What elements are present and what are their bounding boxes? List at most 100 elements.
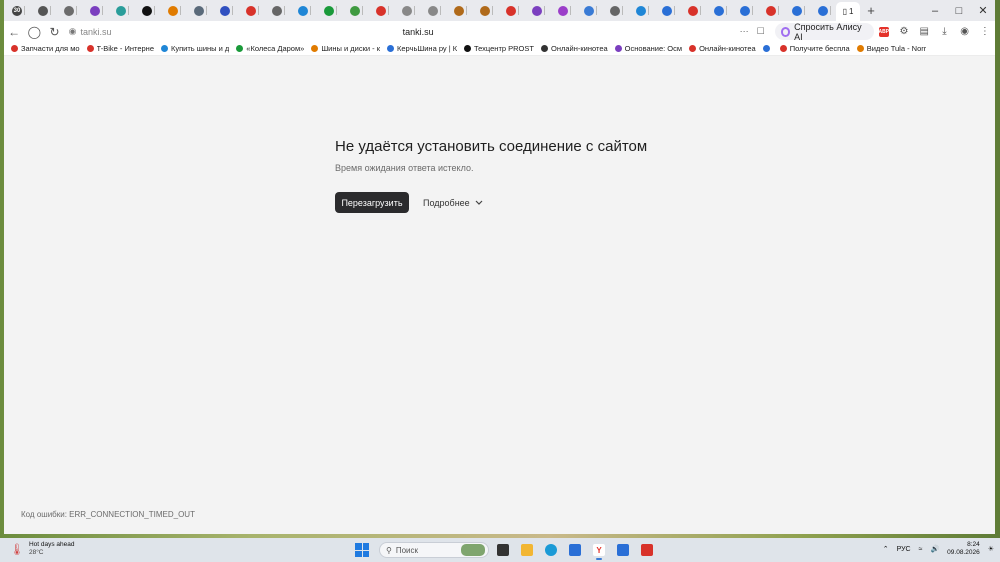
site-info-icon[interactable]: ◉ [69,26,77,37]
collections-icon[interactable]: ▤ [914,26,934,37]
bookmark-item[interactable]: Запчасти для мо [11,44,80,53]
bookmark-item[interactable]: Видео Tula - Norr [856,44,927,53]
tab-favicon-icon [428,5,438,16]
language-indicator[interactable]: РУС [897,546,911,553]
browser-tab[interactable]: 30 [4,0,30,21]
weather-widget[interactable]: 🌡 Hot days ahead 28°C [10,541,75,557]
address-host: tanki.su [80,26,112,37]
reload-icon[interactable]: ↻ [44,21,64,42]
volume-icon[interactable]: 🔊 [930,545,939,553]
browser-tab[interactable] [576,0,602,21]
browser-tab[interactable] [30,0,56,21]
tab-favicon-icon [506,5,516,16]
chevron-up-icon[interactable]: ⌃ [883,545,889,553]
tab-favicon-icon [116,5,126,16]
browser-tab[interactable] [420,0,446,21]
more-icon[interactable]: ⋯ [740,26,749,37]
search-placeholder: Поиск [395,545,419,555]
browser-tab[interactable] [628,0,654,21]
bookmark-label: Получите беспла [789,44,850,53]
browser-tab[interactable] [134,0,160,21]
back-icon[interactable]: ← [4,21,24,42]
shield-app-icon[interactable] [637,540,657,560]
minimize-icon[interactable]: – [923,0,947,21]
file-explorer-icon[interactable] [517,540,537,560]
browser-tab[interactable] [316,0,342,21]
browser-tab[interactable] [56,0,82,21]
downloads-icon[interactable]: ⤓ [934,26,954,37]
bookmark-item[interactable]: Онлайн-кинотеа [689,44,756,53]
browser-tab[interactable] [680,0,706,21]
tab-favicon-icon [90,5,100,16]
tab-favicon-icon [64,5,74,16]
browser-tab[interactable] [550,0,576,21]
browser-tab[interactable] [238,0,264,21]
browser-tab[interactable] [394,0,420,21]
bookmark-item[interactable]: T-Bike - Интерне [86,44,154,53]
bookmark-item[interactable]: Шины и диски - к [311,44,380,53]
browser-tab[interactable] [524,0,550,21]
reload-button[interactable]: Перезагрузить [335,192,409,213]
shield-icon[interactable]: ◯ [24,21,44,42]
bookmark-item[interactable]: КерчьШина ру | К [387,44,457,53]
bookmark-item[interactable]: «Колеса Даром» [236,44,304,53]
menu-icon[interactable]: ⋮ [975,26,995,37]
browser-tab[interactable] [160,0,186,21]
browser-tab[interactable] [108,0,134,21]
clock-time: 8:24 [967,541,980,548]
new-tab-icon[interactable]: + [860,3,882,18]
bookmark-item[interactable]: Онлайн-кинотеа [541,44,608,53]
browser-tab[interactable] [498,0,524,21]
details-button[interactable]: Подробнее [423,192,483,213]
yandex-browser-icon[interactable]: Y [589,540,609,560]
store-icon[interactable] [565,540,585,560]
browser-tab[interactable] [368,0,394,21]
browser-tab[interactable] [602,0,628,21]
extensions-icon[interactable]: ⚙ [894,26,914,37]
error-code-label: Код ошибки: [21,510,67,519]
bookmark-item[interactable] [762,45,773,52]
address-bar[interactable]: ◉ tanki.su tanki.su ⋯ ☐ [69,23,765,40]
browser-tab[interactable] [784,0,810,21]
bookmark-item[interactable]: Техцентр PROSTI [464,44,534,53]
bookmark-icon[interactable]: ☐ [757,26,765,37]
bookmark-item[interactable]: Купить шины и д [161,44,229,53]
bookmark-item[interactable]: Основание: Осм [614,44,683,53]
task-view-icon[interactable] [493,540,513,560]
wifi-icon[interactable]: ≈ [919,546,923,553]
bookmark-label: Онлайн-кинотеа [699,44,756,53]
browser-tab[interactable] [212,0,238,21]
browser-tab[interactable] [82,0,108,21]
bookmark-label: Основание: Осм [624,44,683,53]
notifications-icon[interactable]: ☀ [988,545,994,553]
browser-tab[interactable] [732,0,758,21]
bookmark-label: Видео Tula - Norr [866,44,927,53]
active-tab[interactable]: ▯ 1 [836,2,860,21]
start-button[interactable] [355,543,369,557]
ask-alice-button[interactable]: Спросить Алису AI [774,22,874,42]
adblock-icon[interactable]: ABP [874,26,894,37]
app-icon[interactable] [613,540,633,560]
browser-tab[interactable] [290,0,316,21]
browser-tab[interactable] [654,0,680,21]
browser-tab[interactable] [472,0,498,21]
close-icon[interactable]: ✕ [971,0,995,21]
tab-favicon-icon [792,5,802,16]
browser-tab[interactable] [758,0,784,21]
error-page: Не удаётся установить соединение с сайто… [4,56,995,534]
browser-window: 30 ▯ 1 + – □ ✕ ← ◯ ↻ ◉ tanki.su tanki.su ⋯ ☐ С… [4,0,995,534]
bookmark-favicon-icon [11,45,18,52]
edge-icon[interactable] [541,540,561,560]
details-label: Подробнее [423,197,470,208]
taskbar-search[interactable]: ⚲ Поиск [379,542,489,558]
browser-tab[interactable] [342,0,368,21]
clock[interactable]: 8:24 09.08.2026 [947,541,980,557]
browser-tab[interactable] [810,0,836,21]
browser-tab[interactable] [706,0,732,21]
maximize-icon[interactable]: □ [947,0,971,21]
browser-tab[interactable] [446,0,472,21]
browser-tab[interactable] [264,0,290,21]
bookmark-item[interactable]: Получите беспла [779,44,850,53]
profile-icon[interactable]: ◉ [955,26,975,37]
browser-tab[interactable] [186,0,212,21]
